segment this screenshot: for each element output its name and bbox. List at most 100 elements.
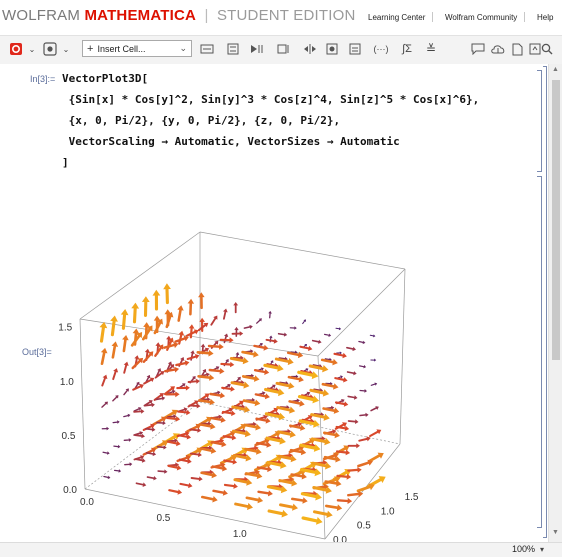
vector-head	[230, 362, 234, 368]
vector-head	[110, 316, 118, 322]
vector-head	[313, 420, 320, 428]
vector-head	[289, 407, 295, 414]
vector-shaft	[326, 506, 337, 508]
vector-arrow	[303, 319, 306, 323]
vector-head	[220, 392, 225, 398]
split-cell-icon[interactable]	[303, 41, 317, 57]
vector-arrow	[176, 336, 189, 342]
vector-arrow	[223, 309, 228, 319]
cell-style-icon[interactable]	[42, 41, 58, 57]
vector-shaft	[290, 401, 300, 403]
search-icon[interactable]	[540, 41, 554, 57]
zoom-level[interactable]: 100%	[512, 544, 535, 554]
text-cell-icon[interactable]	[200, 41, 214, 57]
input-cell-bracket[interactable]	[537, 70, 542, 172]
help-link[interactable]: Help	[537, 13, 553, 22]
chevron-double-down-icon[interactable]: ≚	[424, 41, 438, 57]
vector-shaft	[224, 436, 233, 437]
vector-shaft	[337, 427, 346, 428]
vector-head	[324, 438, 330, 445]
vector-head	[343, 377, 348, 382]
vector-shaft	[358, 487, 370, 491]
vector-head	[196, 379, 200, 384]
vector-head	[143, 482, 147, 487]
document-icon[interactable]	[510, 41, 524, 57]
vector-shaft	[254, 346, 264, 348]
integral-icon[interactable]: ∫Σ	[400, 41, 414, 57]
vector-plot-3d[interactable]: 0.00.51.01.50.00.51.01.50.00.51.01.5	[0, 214, 535, 544]
vector-arrow	[338, 498, 352, 504]
vector-head	[346, 450, 351, 456]
vector-head	[190, 350, 195, 354]
input-label: In[3]:=	[30, 74, 55, 84]
vector-head	[107, 427, 110, 431]
chevron-down-icon[interactable]: ⌄	[61, 41, 71, 57]
chevron-down-icon[interactable]: ⌄	[27, 41, 37, 57]
chevron-down-icon[interactable]: ▾	[540, 545, 544, 554]
vector-arrow	[254, 345, 268, 351]
vector-shaft	[243, 352, 254, 354]
vector-arrow	[244, 325, 252, 329]
vector-arrow	[101, 348, 108, 364]
vector-arrow	[279, 333, 288, 337]
code-line[interactable]: VectorPlot3D[	[62, 72, 148, 85]
vector-arrow	[221, 362, 234, 368]
scroll-down-icon[interactable]: ▼	[552, 529, 559, 536]
vertical-scrollbar[interactable]: ▲ ▼	[548, 64, 562, 542]
wolfram-community-link[interactable]: Wolfram Community	[445, 13, 517, 22]
vector-head	[143, 322, 150, 327]
vector-head	[153, 452, 157, 456]
group-cell-bracket[interactable]	[543, 66, 547, 538]
vector-head	[333, 383, 339, 389]
vector-head	[328, 334, 331, 338]
vector-shaft	[243, 376, 254, 378]
vector-head	[130, 462, 133, 466]
vector-arrow	[360, 365, 367, 369]
code-line[interactable]: {Sin[x] * Cos[y]^2, Sin[y]^3 * Cos[z]^4,…	[62, 93, 479, 106]
vector-head	[220, 368, 225, 374]
tick-label: 0.5	[61, 431, 75, 442]
gear-icon[interactable]	[8, 41, 24, 57]
vector-head	[308, 346, 312, 351]
vector-arrow	[326, 504, 342, 511]
ellipsis-bracket-icon[interactable]: (···)	[372, 41, 390, 57]
vector-arrow	[124, 438, 131, 442]
learning-center-link[interactable]: Learning Center	[368, 13, 425, 22]
vector-arrow	[113, 395, 119, 401]
vector-arrow	[210, 368, 225, 374]
vector-head	[231, 411, 236, 417]
equation-icon[interactable]	[348, 41, 362, 57]
group-cells-icon[interactable]	[226, 41, 240, 57]
vector-head	[117, 420, 120, 424]
vector-arrow	[131, 303, 139, 322]
vector-head	[198, 292, 205, 297]
vector-shaft	[168, 416, 174, 417]
vector-head	[294, 326, 297, 330]
cloud-upload-icon[interactable]	[490, 41, 506, 57]
scroll-thumb[interactable]	[552, 80, 560, 360]
vector-arrow	[369, 453, 384, 462]
vector-shaft	[236, 504, 248, 507]
vector-arrow	[155, 344, 163, 355]
record-icon[interactable]	[325, 41, 339, 57]
vector-head	[129, 438, 132, 442]
vector-head	[186, 385, 190, 391]
code-line[interactable]: {x, 0, Pi/2}, {y, 0, Pi/2}, {z, 0, Pi/2}…	[62, 114, 340, 127]
vector-head	[255, 424, 261, 431]
notebook-area[interactable]: In[3]:= VectorPlot3D[ {Sin[x] * Cos[y]^2…	[0, 64, 548, 542]
output-cell-bracket[interactable]	[537, 176, 542, 528]
vector-head	[153, 290, 161, 296]
insert-cell-dropdown[interactable]: + Insert Cell... ⌄	[82, 40, 192, 57]
vector-head	[265, 393, 270, 399]
code-line[interactable]: ]	[62, 156, 69, 169]
abort-icon[interactable]	[276, 41, 290, 57]
code-line[interactable]: VectorScaling → Automatic, VectorSizes →…	[62, 135, 400, 148]
vector-arrow	[100, 322, 108, 341]
chat-icon[interactable]	[470, 41, 486, 57]
vector-arrow	[102, 375, 107, 386]
scroll-up-icon[interactable]: ▲	[552, 66, 559, 73]
evaluate-icon[interactable]	[250, 41, 264, 57]
vector-head	[188, 299, 195, 304]
vector-head	[352, 347, 356, 351]
vector-arrow	[144, 378, 154, 384]
